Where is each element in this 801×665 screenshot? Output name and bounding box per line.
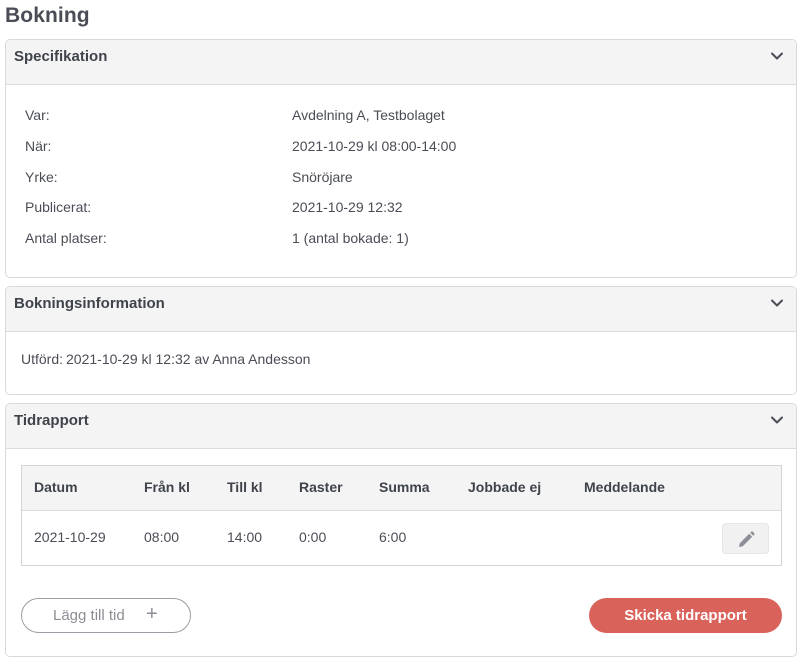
time-report-title: Tidrapport: [14, 412, 89, 429]
spec-label-yrke: Yrke:: [25, 169, 58, 185]
pencil-icon: [739, 531, 755, 547]
booking-performed: Utförd: 2021-10-29 kl 12:32 av Anna Andes…: [21, 351, 310, 367]
spec-label-var: Var:: [25, 107, 50, 123]
column-header-summa: Summa: [379, 479, 430, 495]
spec-value-yrke: Snöröjare: [292, 169, 353, 185]
spec-value-publicerat: 2021-10-29 12:32: [292, 199, 403, 215]
specification-header[interactable]: Specifikation: [6, 40, 796, 85]
table-header: Datum Från kl Till kl Raster Summa Jobba…: [22, 466, 781, 511]
booking-info-title: Bokningsinformation: [14, 295, 165, 312]
add-time-label: Lägg till tid: [53, 607, 125, 624]
column-header-meddelande: Meddelande: [584, 479, 665, 495]
spec-row-publicerat: Publicerat: 2021-10-29 12:32: [25, 199, 786, 219]
spec-row-antal-platser: Antal platser: 1 (antal bokade: 1): [25, 230, 786, 250]
edit-row-button[interactable]: [722, 523, 769, 554]
spec-label-antal-platser: Antal platser:: [25, 230, 107, 246]
specification-panel: Specifikation Var: Avdelning A, Testbola…: [5, 39, 797, 278]
booking-info-panel: Bokningsinformation Utförd: 2021-10-29 kl…: [5, 286, 797, 395]
column-header-jobbade-ej: Jobbade ej: [468, 479, 542, 495]
cell-summa: 6:00: [379, 529, 407, 545]
column-header-datum: Datum: [34, 479, 78, 495]
spec-row-yrke: Yrke: Snöröjare: [25, 169, 786, 189]
cell-raster: 0:00: [299, 529, 327, 545]
plus-icon: +: [146, 603, 158, 625]
time-report-panel: Tidrapport Datum Från kl Till kl Raster …: [5, 403, 797, 657]
spec-value-var: Avdelning A, Testbolaget: [292, 107, 445, 123]
spec-row-var: Var: Avdelning A, Testbolaget: [25, 107, 786, 127]
spec-value-antal-platser: 1 (antal bokade: 1): [292, 230, 409, 246]
spec-value-nar: 2021-10-29 kl 08:00-14:00: [292, 138, 457, 154]
column-header-fran: Från kl: [144, 479, 190, 495]
chevron-down-icon[interactable]: [770, 296, 784, 310]
spec-label-publicerat: Publicerat:: [25, 199, 92, 215]
booking-info-header[interactable]: Bokningsinformation: [6, 287, 796, 332]
cell-datum: 2021-10-29: [34, 529, 106, 545]
send-time-report-button[interactable]: Skicka tidrapport: [589, 598, 782, 633]
booking-performed-label: Utförd:: [21, 351, 64, 367]
booking-page: Bokning Specifikation Var: Avdelning A, …: [0, 0, 801, 665]
chevron-down-icon[interactable]: [770, 49, 784, 63]
time-report-table: Datum Från kl Till kl Raster Summa Jobba…: [21, 465, 782, 566]
time-report-header[interactable]: Tidrapport: [6, 404, 796, 449]
spec-label-nar: När:: [25, 138, 52, 154]
specification-title: Specifikation: [14, 48, 108, 65]
page-title: Bokning: [5, 4, 90, 27]
column-header-till: Till kl: [227, 479, 263, 495]
add-time-button[interactable]: Lägg till tid +: [21, 598, 191, 633]
cell-till: 14:00: [227, 529, 263, 545]
spec-row-nar: När: 2021-10-29 kl 08:00-14:00: [25, 138, 786, 158]
cell-fran: 08:00: [144, 529, 180, 545]
column-header-raster: Raster: [299, 479, 343, 495]
booking-performed-value: 2021-10-29 kl 12:32 av Anna Andesson: [66, 351, 311, 367]
chevron-down-icon[interactable]: [770, 413, 784, 427]
